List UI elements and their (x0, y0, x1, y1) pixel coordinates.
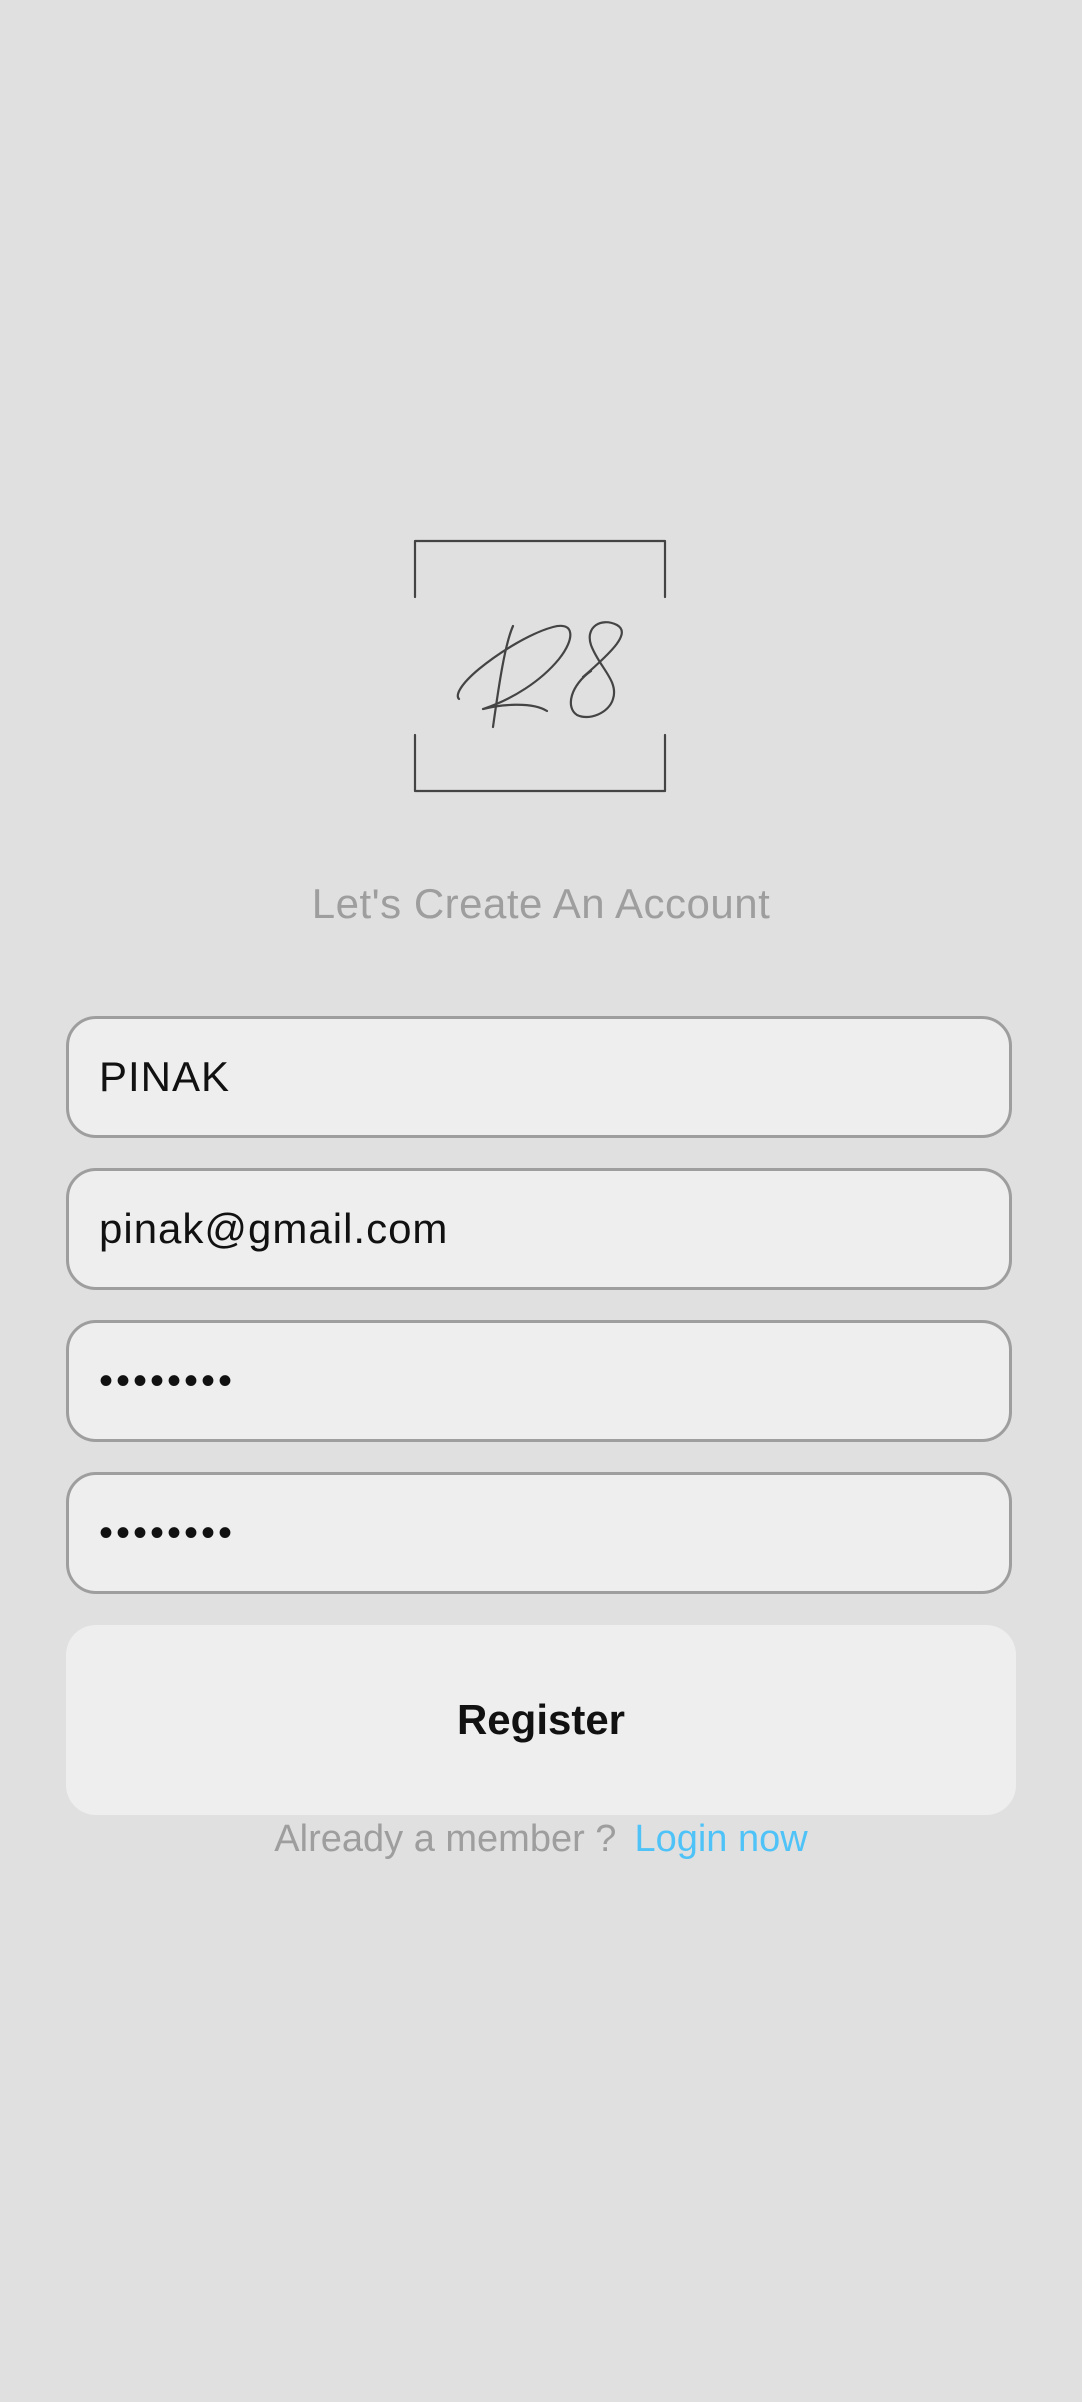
email-input[interactable] (99, 1205, 979, 1253)
register-screen: Let's Create An Account Register Already… (0, 0, 1082, 2402)
r8-logo (413, 539, 667, 793)
username-input[interactable] (99, 1053, 979, 1101)
login-prompt: Already a member ? Login now (0, 1818, 1082, 1861)
password-field[interactable] (66, 1320, 1012, 1442)
password-input[interactable] (99, 1358, 979, 1404)
confirm-password-input[interactable] (99, 1510, 979, 1556)
already-member-text: Already a member ? (274, 1818, 617, 1860)
confirm-password-field[interactable] (66, 1472, 1012, 1594)
page-subtitle: Let's Create An Account (311, 880, 771, 927)
username-field[interactable] (66, 1016, 1012, 1138)
register-button[interactable]: Register (66, 1625, 1016, 1815)
r8-logo-icon (413, 539, 667, 793)
login-now-link[interactable]: Login now (634, 1818, 807, 1860)
email-field[interactable] (66, 1168, 1012, 1290)
